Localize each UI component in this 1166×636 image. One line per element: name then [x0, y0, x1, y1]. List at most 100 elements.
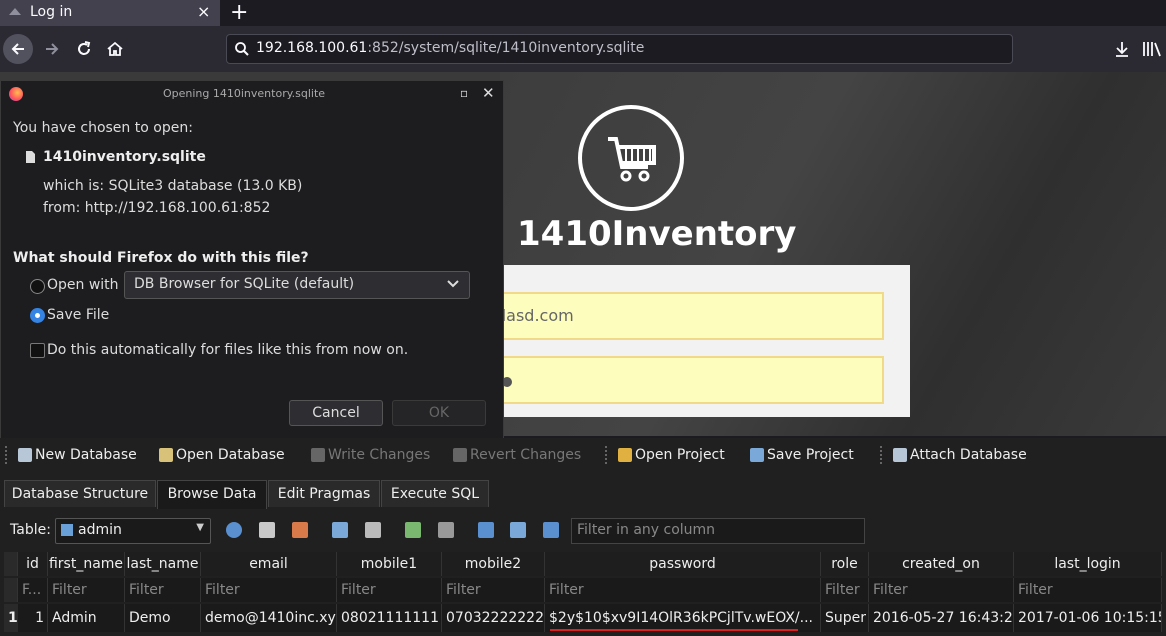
font-icon[interactable] [478, 522, 494, 538]
column-header-mobile1[interactable]: mobile1 [337, 552, 442, 576]
filter-mobile2[interactable]: Filter [442, 578, 545, 602]
table-label: Table: [10, 522, 51, 538]
library-button[interactable] [1136, 34, 1166, 64]
write-changes-button[interactable]: Write Changes [311, 445, 430, 465]
save-project-label: Save Project [767, 447, 854, 463]
password-field[interactable] [496, 356, 884, 404]
column-header-last-login[interactable]: last_login [1014, 552, 1162, 576]
column-header-last-name[interactable]: last_name [125, 552, 201, 576]
column-header-mobile2[interactable]: mobile2 [442, 552, 545, 576]
column-header-id[interactable]: id [18, 552, 48, 576]
cancel-button[interactable]: Cancel [289, 400, 383, 426]
find-replace-icon[interactable] [543, 522, 559, 538]
application-value: DB Browser for SQLite (default) [134, 276, 355, 292]
logo-circle [578, 105, 684, 211]
revert-changes-button[interactable]: Revert Changes [453, 445, 581, 465]
corner-cell[interactable] [4, 552, 18, 576]
cell-last-login[interactable]: 2017-01-06 10:15:15 [1014, 604, 1162, 632]
maximize-icon[interactable]: ▫ [460, 86, 468, 100]
close-icon[interactable]: ✕ [482, 84, 495, 102]
column-header-password[interactable]: password [545, 552, 821, 576]
filter-password[interactable]: Filter [545, 578, 821, 602]
insert-record-icon[interactable] [405, 522, 421, 538]
new-database-button[interactable]: New Database [18, 445, 137, 465]
filter-all-placeholder: Filter in any column [577, 522, 716, 538]
download-icon [1116, 42, 1128, 57]
tab-close-icon[interactable]: × [197, 2, 210, 21]
cell-password[interactable]: $2y$10$xv9I14OlR36kPCjlTv.wEOX/... [545, 604, 821, 632]
save-project-button[interactable]: Save Project [750, 445, 854, 465]
filter-role[interactable]: Filter [821, 578, 869, 602]
cell-id[interactable]: 1 [18, 604, 48, 632]
new-tab-button[interactable]: + [230, 0, 248, 25]
filter-mobile1[interactable]: Filter [337, 578, 442, 602]
delete-record-icon[interactable] [438, 522, 454, 538]
ok-button[interactable]: OK [392, 400, 486, 426]
cell-last-name[interactable]: Demo [125, 604, 201, 632]
home-button[interactable] [99, 34, 131, 64]
open-with-label[interactable]: Open with [47, 277, 119, 293]
tab-database-structure[interactable]: Database Structure [4, 480, 156, 507]
row-number[interactable]: 1 [4, 604, 18, 632]
tab-browse-data[interactable]: Browse Data [157, 480, 267, 509]
reload-icon [78, 41, 91, 55]
filter-first-name[interactable]: Filter [48, 578, 125, 602]
application-select[interactable]: DB Browser for SQLite (default) [124, 271, 470, 299]
open-with-radio[interactable] [30, 279, 45, 294]
save-table-icon[interactable] [332, 522, 348, 538]
cell-mobile1[interactable]: 08021111111 [337, 604, 442, 632]
back-button[interactable] [3, 34, 33, 64]
text-format-icon[interactable] [510, 522, 526, 538]
dialog-question: What should Firefox do with this file? [13, 250, 309, 266]
column-header-role[interactable]: role [821, 552, 869, 576]
filter-id[interactable]: F... [18, 578, 48, 602]
dialog-titlebar: Opening 1410inventory.sqlite ▫ ✕ [1, 81, 503, 107]
write-changes-icon [311, 448, 325, 462]
filter-email[interactable]: Filter [201, 578, 337, 602]
table-select[interactable]: admin ▼ [55, 518, 211, 544]
reload-button[interactable] [68, 34, 100, 64]
open-project-button[interactable]: Open Project [618, 445, 725, 465]
tab-login[interactable]: Log in × [0, 0, 220, 26]
filter-created-on[interactable]: Filter [869, 578, 1014, 602]
open-project-icon [618, 448, 632, 462]
downloads-button[interactable] [1106, 34, 1138, 64]
filter-last-name[interactable]: Filter [125, 578, 201, 602]
print-icon[interactable] [365, 522, 381, 538]
file-type: which is: SQLite3 database (13.0 KB) [43, 178, 303, 194]
column-header-first-name[interactable]: first_name [48, 552, 125, 576]
url-path: :852/system/sqlite/1410inventory.sqlite [367, 40, 645, 56]
search-icon [235, 42, 249, 56]
filter-corner [4, 578, 18, 602]
cell-mobile2[interactable]: 07032222222 [442, 604, 545, 632]
column-header-email[interactable]: email [201, 552, 337, 576]
cell-role[interactable]: Super [821, 604, 869, 632]
cell-first-name[interactable]: Admin [48, 604, 125, 632]
cell-email[interactable]: demo@1410inc.xyz [201, 604, 337, 632]
cell-created-on[interactable]: 2016-05-27 16:43:21 [869, 604, 1014, 632]
save-file-label[interactable]: Save File [47, 307, 109, 323]
tab-execute-sql[interactable]: Execute SQL [381, 480, 489, 507]
password-underline-annotation [550, 629, 798, 631]
column-header-created-on[interactable]: created_on [869, 552, 1014, 576]
file-icon [26, 151, 35, 163]
refresh-icon[interactable] [226, 522, 242, 538]
chevron-down-icon [447, 280, 459, 288]
toolbar-separator [880, 446, 884, 464]
tab-edit-pragmas[interactable]: Edit Pragmas [268, 480, 380, 507]
filter-all-input[interactable]: Filter in any column [571, 518, 865, 544]
table-icon [61, 524, 73, 536]
open-database-button[interactable]: Open Database [159, 445, 285, 465]
open-database-icon [159, 448, 173, 462]
auto-label[interactable]: Do this automatically for files like thi… [47, 342, 408, 358]
home-icon [107, 41, 123, 56]
save-file-radio[interactable] [30, 308, 45, 323]
sort-icon[interactable] [292, 522, 308, 538]
forward-button[interactable] [36, 34, 68, 64]
clear-filters-icon[interactable] [259, 522, 275, 538]
attach-database-button[interactable]: Attach Database [893, 445, 1027, 465]
auto-checkbox[interactable] [30, 343, 45, 358]
email-field[interactable]: dasd.com [496, 292, 884, 340]
url-bar[interactable]: 192.168.100.61:852/system/sqlite/1410inv… [226, 34, 1013, 64]
filter-last-login[interactable]: Filter [1014, 578, 1162, 602]
